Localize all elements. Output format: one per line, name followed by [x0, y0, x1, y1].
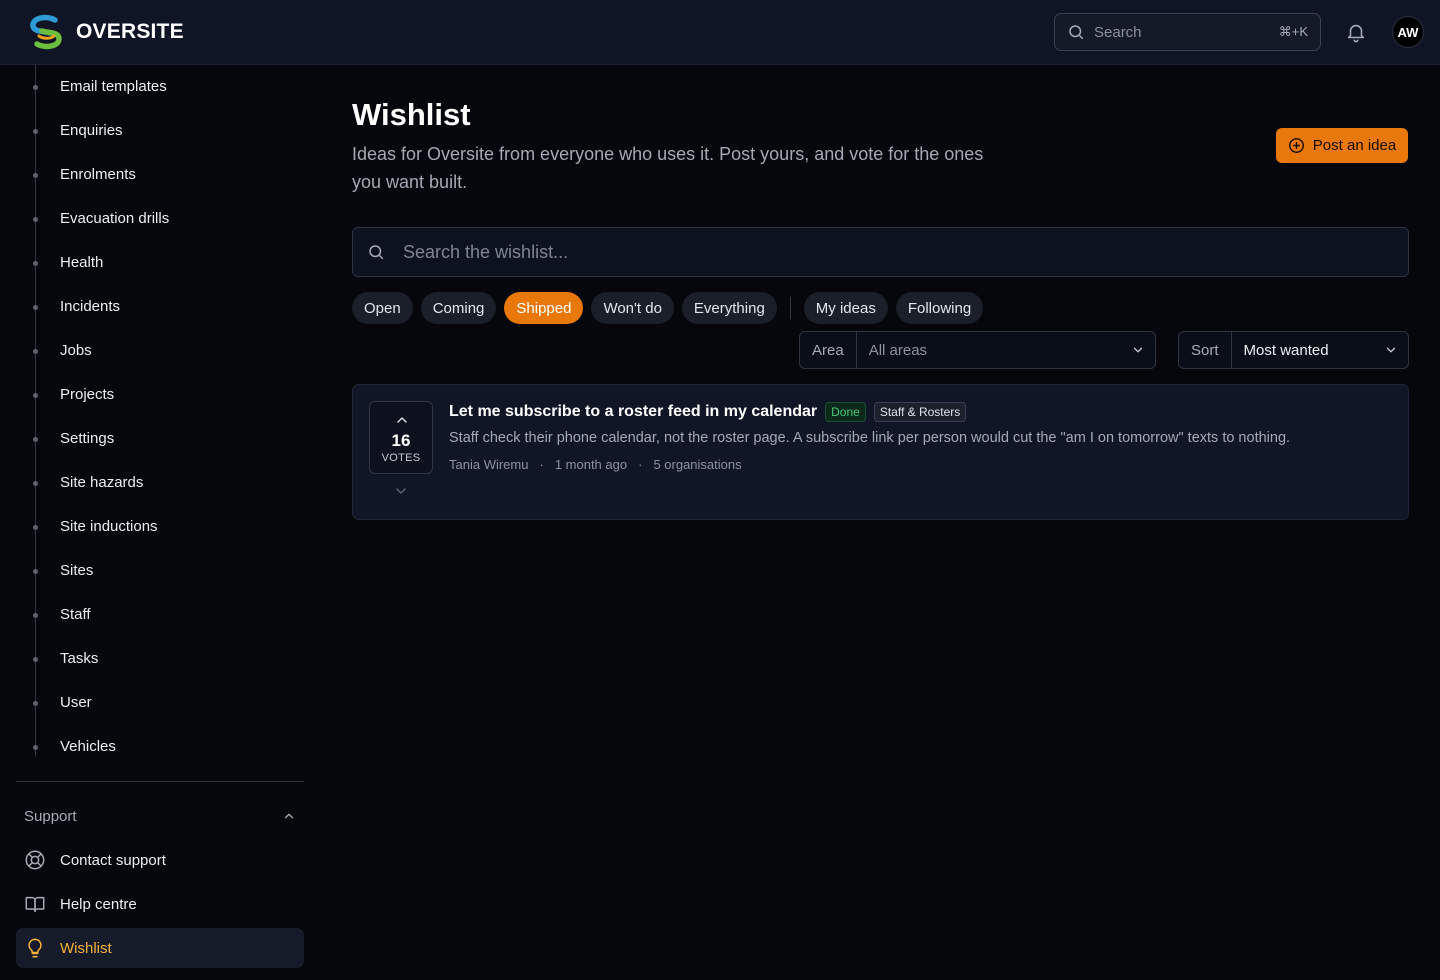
brand[interactable]: OVERSITE	[28, 14, 184, 50]
sidebar-item-site-hazards[interactable]: Site hazards	[60, 472, 143, 494]
filter-open[interactable]: Open	[352, 292, 413, 324]
page-subtitle: Ideas for Oversite from everyone who use…	[352, 144, 984, 192]
meta-separator: ·	[638, 457, 643, 472]
nav-dot	[33, 701, 38, 706]
sidebar-item-wishlist[interactable]: Wishlist	[16, 928, 304, 968]
sidebar-item-label: Help centre	[60, 895, 137, 913]
nav-dot	[33, 261, 38, 266]
sidebar-item-label: Contact support	[60, 851, 166, 869]
idea-organisations: 5 organisations	[653, 457, 742, 472]
top-bar: OVERSITE Search ⌘+K AW	[0, 0, 1440, 65]
sidebar-item-enquiries[interactable]: Enquiries	[60, 120, 123, 142]
sidebar-item-evacuation-drills[interactable]: Evacuation drills	[60, 208, 169, 230]
sidebar-item-user[interactable]: User	[60, 692, 92, 714]
sidebar: Email templates Enquiries Enrolments Eva…	[0, 65, 320, 980]
sidebar-item-incidents[interactable]: Incidents	[60, 296, 120, 318]
area-select-value: All areas	[868, 341, 928, 359]
search-shortcut: ⌘+K	[1278, 24, 1308, 39]
meta-separator: ·	[539, 457, 544, 472]
user-avatar[interactable]: AW	[1392, 16, 1424, 48]
idea-author: Tania Wiremu	[449, 457, 529, 472]
filter-shipped[interactable]: Shipped	[504, 292, 584, 324]
oversite-logo-icon	[30, 14, 62, 50]
nav-dot	[33, 437, 38, 442]
filter-coming[interactable]: Coming	[420, 292, 497, 324]
post-idea-button[interactable]: Post an idea	[1276, 128, 1408, 163]
nav-dot	[33, 657, 38, 662]
nav-dot	[33, 393, 38, 398]
idea-age: 1 month ago	[554, 457, 628, 472]
sidebar-item-tasks[interactable]: Tasks	[60, 648, 98, 670]
area-select-label: Area	[800, 332, 857, 368]
nav-dot	[33, 217, 38, 222]
wishlist-search-input[interactable]: Search the wishlist...	[352, 227, 1409, 277]
sidebar-item-health[interactable]: Health	[60, 252, 103, 274]
sort-select-value: Most wanted	[1243, 341, 1329, 359]
status-badge: Done	[825, 402, 866, 422]
chevron-up-icon	[397, 417, 407, 423]
sidebar-item-settings[interactable]: Settings	[60, 428, 114, 450]
sidebar-item-vehicles[interactable]: Vehicles	[60, 736, 116, 758]
sidebar-item-label: Wishlist	[60, 939, 112, 957]
nav-dot	[33, 129, 38, 134]
search-icon	[1069, 25, 1084, 40]
nav-dot	[33, 569, 38, 574]
nav-tree-line	[35, 65, 36, 757]
sidebar-item-email-templates[interactable]: Email templates	[60, 76, 167, 98]
sidebar-item-enrolments[interactable]: Enrolments	[60, 164, 136, 186]
filter-everything[interactable]: Everything	[681, 292, 777, 324]
lightbulb-icon	[28, 938, 42, 958]
brand-name: OVERSITE	[76, 20, 184, 43]
wishlist-search-placeholder: Search the wishlist...	[403, 241, 569, 262]
nav-dot	[33, 613, 38, 618]
sidebar-item-help-centre[interactable]: Help centre	[16, 884, 304, 924]
global-search[interactable]: Search ⌘+K	[1054, 13, 1321, 51]
nav-dot	[33, 745, 38, 750]
sidebar-divider	[16, 781, 304, 782]
area-select[interactable]: Area All areas	[799, 331, 1156, 369]
idea-title[interactable]: Let me subscribe to a roster feed in my …	[449, 403, 817, 421]
sidebar-item-sites[interactable]: Sites	[60, 560, 93, 582]
area-badge: Staff & Rosters	[873, 402, 967, 422]
sidebar-item-projects[interactable]: Projects	[60, 384, 114, 406]
sort-select-label: Sort	[1179, 332, 1232, 368]
bell-icon[interactable]	[1345, 21, 1367, 43]
vote-label: VOTES	[381, 452, 421, 464]
sidebar-item-site-inductions[interactable]: Site inductions	[60, 516, 158, 538]
nav-dot	[33, 173, 38, 178]
status-filters: Open Coming Shipped Won't do Everything …	[352, 292, 984, 324]
downvote-chevron-icon[interactable]	[393, 483, 409, 499]
page-title: Wishlist	[352, 97, 471, 132]
nav-dot	[33, 305, 38, 310]
filter-my-ideas[interactable]: My ideas	[803, 292, 888, 324]
sort-select[interactable]: Sort Most wanted	[1178, 331, 1409, 369]
idea-meta: Tania Wiremu · 1 month ago · 5 organisat…	[449, 457, 742, 472]
filter-wont-do[interactable]: Won't do	[591, 292, 674, 324]
filter-following[interactable]: Following	[895, 292, 984, 324]
nav-dot	[33, 349, 38, 354]
search-icon	[369, 245, 384, 260]
sidebar-item-contact-support[interactable]: Contact support	[16, 840, 304, 880]
chevron-down-icon	[1386, 347, 1396, 353]
chevron-down-icon	[1133, 347, 1143, 353]
sidebar-item-staff[interactable]: Staff	[60, 604, 91, 626]
post-idea-label: Post an idea	[1312, 137, 1397, 154]
idea-title-row: Let me subscribe to a roster feed in my …	[449, 402, 967, 422]
nav-dot	[33, 85, 38, 90]
vote-count: 16	[391, 431, 411, 450]
support-heading: Support	[24, 807, 77, 825]
sidebar-item-jobs[interactable]: Jobs	[60, 340, 92, 362]
support-section-toggle[interactable]: Support	[24, 805, 296, 827]
chevron-up-icon	[284, 813, 294, 819]
plus-circle-icon	[1288, 138, 1304, 153]
nav-dot	[33, 525, 38, 530]
lifebuoy-icon	[25, 850, 45, 870]
search-placeholder: Search	[1094, 23, 1142, 41]
idea-card[interactable]: 16 VOTES Let me subscribe to a roster fe…	[352, 384, 1409, 520]
book-icon	[25, 896, 45, 913]
nav-dot	[33, 481, 38, 486]
idea-description: Staff check their phone calendar, not th…	[449, 430, 1291, 446]
filter-separator	[789, 297, 791, 319]
upvote-button[interactable]: 16 VOTES	[369, 401, 433, 474]
